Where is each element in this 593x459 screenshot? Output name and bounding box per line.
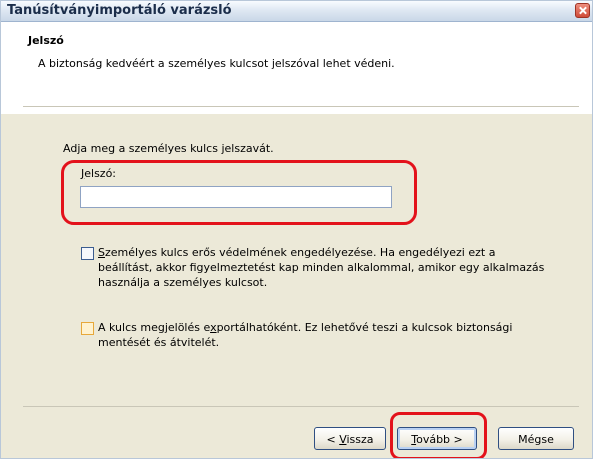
exportable-line-1: A kulcs megjelölés exportálhatóként. Ez … <box>98 320 512 335</box>
page-title: Jelszó <box>28 34 64 47</box>
header-divider <box>23 106 579 107</box>
exportable-label[interactable]: A kulcs megjelölés exportálhatóként. Ez … <box>98 320 512 350</box>
close-icon[interactable] <box>575 3 590 18</box>
cancel-button[interactable]: Mégse <box>498 427 574 450</box>
password-prompt: Adja meg a személyes kulcs jelszavát. <box>63 142 274 155</box>
strong-protection-line-1-text: zemélyes kulcs erős védelmének engedélye… <box>104 246 496 259</box>
exportable-line-1-before: A kulcs megjelölés e <box>98 321 211 334</box>
back-button-prefix: < <box>326 433 340 446</box>
page-description: A biztonság kedvéért a személyes kulcsot… <box>38 57 395 70</box>
exportable-line-2: mentését és átvitelét. <box>98 336 220 349</box>
password-highlight-annotation <box>61 160 417 225</box>
next-highlight-annotation <box>390 412 487 458</box>
strong-protection-line-2: beállítást, akkor figyelmeztetést kap mi… <box>98 261 545 274</box>
strong-protection-line-3: használja a személyes kulcsot. <box>98 276 268 289</box>
certificate-import-wizard-window: Tanúsítványimportáló varázsló Jelszó A b… <box>0 0 593 459</box>
strong-protection-label[interactable]: Személyes kulcs erős védelmének engedély… <box>98 245 544 290</box>
title-bar[interactable]: Tanúsítványimportáló varázsló <box>1 1 592 22</box>
back-button-text: issza <box>346 433 374 446</box>
strong-protection-accel: S <box>98 246 105 259</box>
window-title: Tanúsítványimportáló varázsló <box>7 3 232 18</box>
strong-protection-line-1: Személyes kulcs erős védelmének engedély… <box>98 245 544 260</box>
exportable-line-1-after: portálhatóként. Ez lehetővé teszi a kulc… <box>216 321 513 334</box>
exportable-checkbox[interactable] <box>81 322 94 335</box>
footer-divider <box>23 406 579 407</box>
back-button[interactable]: < Vissza <box>314 427 386 450</box>
strong-protection-checkbox[interactable] <box>81 247 94 260</box>
